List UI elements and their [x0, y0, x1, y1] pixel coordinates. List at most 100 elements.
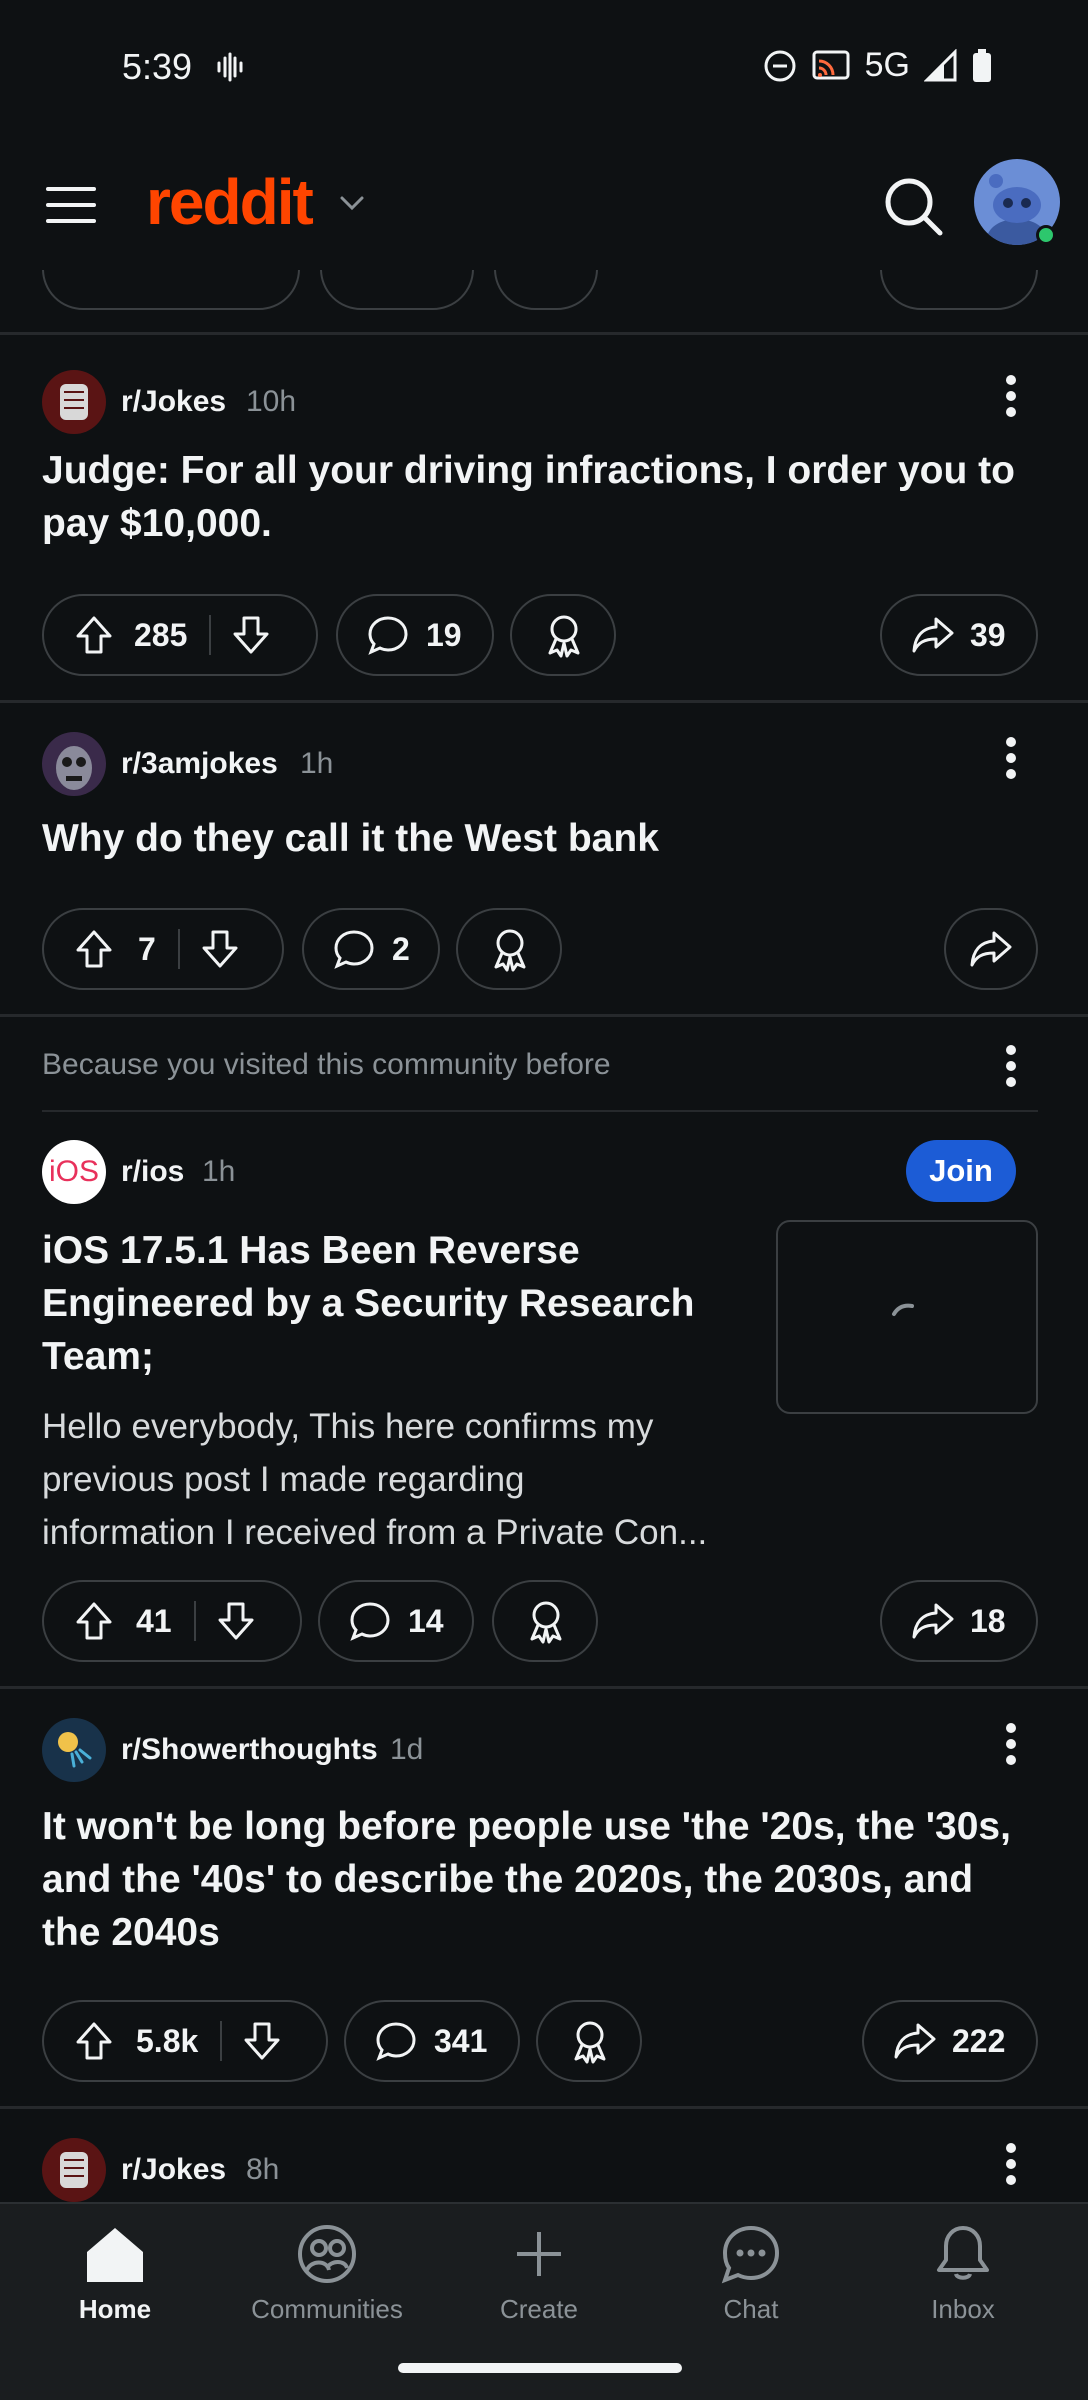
- cast-icon: [812, 50, 850, 79]
- award-icon: [530, 1601, 562, 1644]
- award-pill[interactable]: [510, 594, 616, 676]
- vote-count: 7: [138, 930, 156, 967]
- award-icon: [548, 615, 580, 658]
- vote-pill: 41: [42, 1580, 302, 1662]
- battery-icon: [973, 48, 991, 82]
- comment-pill[interactable]: 19: [336, 594, 494, 676]
- comment-pill[interactable]: 2: [302, 908, 440, 990]
- signal-icon: [924, 48, 957, 81]
- vibrate-icon: [217, 52, 243, 82]
- more-options-icon[interactable]: [1005, 1044, 1017, 1088]
- downvote-icon[interactable]: [198, 927, 242, 971]
- vote-pill[interactable]: [42, 270, 300, 310]
- upvote-icon[interactable]: [72, 1599, 116, 1643]
- share-count: 222: [952, 2022, 1006, 2059]
- share-pill[interactable]: 222: [862, 2000, 1038, 2082]
- comment-icon: [350, 1602, 390, 1641]
- subreddit-avatar[interactable]: [42, 1718, 106, 1782]
- post-age: 1h: [202, 1155, 236, 1188]
- nav-chat-label: Chat: [723, 2294, 779, 2324]
- comment-pill[interactable]: 341: [344, 2000, 520, 2082]
- comment-icon: [368, 616, 408, 655]
- post-divider: [0, 332, 1088, 335]
- downvote-icon[interactable]: [229, 613, 273, 657]
- upvote-icon[interactable]: [72, 2019, 116, 2063]
- vote-count: 41: [136, 1602, 172, 1639]
- loading-spinner-icon: [892, 1303, 914, 1316]
- award-pill[interactable]: [492, 1580, 598, 1662]
- vote-separator: [177, 929, 180, 969]
- subreddit-name[interactable]: r/Jokes: [121, 2153, 226, 2187]
- subreddit-avatar[interactable]: [42, 370, 106, 434]
- nav-create[interactable]: Create: [434, 2224, 644, 2325]
- comment-count: 341: [434, 2022, 488, 2059]
- reddit-logo[interactable]: reddit: [146, 165, 314, 239]
- chevron-down-icon[interactable]: [338, 191, 366, 215]
- vote-separator: [193, 1601, 196, 1641]
- comment-pill[interactable]: [320, 270, 474, 310]
- post-age: 8h: [246, 2153, 280, 2186]
- award-pill[interactable]: [536, 2000, 642, 2082]
- upvote-icon[interactable]: [72, 927, 116, 971]
- nav-inbox[interactable]: Inbox: [858, 2224, 1068, 2325]
- online-status-dot: [1036, 225, 1056, 245]
- share-icon: [912, 1603, 954, 1639]
- share-pill[interactable]: 39: [880, 594, 1038, 676]
- more-options-icon[interactable]: [1005, 736, 1017, 780]
- post-title[interactable]: Judge: For all your driving infractions,…: [42, 444, 1015, 550]
- nav-home[interactable]: Home: [10, 2224, 220, 2325]
- vote-pill: 285: [42, 594, 318, 676]
- communities-icon: [298, 2225, 356, 2283]
- status-bar: 5:39 5G: [0, 0, 1088, 135]
- award-icon: [494, 929, 526, 972]
- subreddit-name[interactable]: r/3amjokes: [121, 747, 278, 781]
- downvote-icon[interactable]: [214, 1599, 258, 1643]
- post-age: 1h: [300, 747, 334, 780]
- post-thumbnail[interactable]: [776, 1220, 1038, 1414]
- upvote-icon[interactable]: [72, 613, 116, 657]
- post-divider: [0, 1686, 1088, 1689]
- subreddit-name[interactable]: r/Jokes: [121, 385, 226, 419]
- share-pill[interactable]: [880, 270, 1038, 310]
- search-icon[interactable]: [882, 175, 944, 237]
- post-divider: [0, 1014, 1088, 1017]
- share-pill[interactable]: [944, 908, 1038, 990]
- more-options-icon[interactable]: [1005, 374, 1017, 418]
- subreddit-avatar[interactable]: iOS: [42, 1140, 106, 1204]
- award-pill[interactable]: [494, 270, 598, 310]
- home-indicator[interactable]: [398, 2363, 682, 2373]
- award-pill[interactable]: [456, 908, 562, 990]
- do-not-disturb-icon: [764, 50, 796, 81]
- post-title[interactable]: Why do they call it the West bank: [42, 812, 659, 865]
- comment-count: 19: [426, 616, 462, 653]
- downvote-icon[interactable]: [240, 2019, 284, 2063]
- post-title[interactable]: iOS 17.5.1 Has Been Reverse Engineered b…: [42, 1224, 694, 1383]
- home-icon: [87, 2228, 143, 2282]
- more-options-icon[interactable]: [1005, 1722, 1017, 1766]
- nav-chat[interactable]: Chat: [646, 2224, 856, 2325]
- post-excerpt-lines[interactable]: Hello everybody, This here confirms my p…: [42, 1400, 742, 1559]
- join-button[interactable]: Join: [906, 1140, 1016, 1202]
- status-time: 5:39: [122, 46, 193, 87]
- recommendation-reason: Because you visited this community befor…: [42, 1048, 611, 1081]
- nav-create-label: Create: [499, 2294, 579, 2324]
- post-title[interactable]: It won't be long before people use 'the …: [42, 1800, 1011, 1959]
- share-count: 18: [970, 1602, 1006, 1639]
- nav-home-label: Home: [78, 2294, 152, 2324]
- subreddit-name[interactable]: r/ios: [121, 1155, 184, 1189]
- comment-icon: [334, 930, 374, 969]
- feed: r/Jokes 10h Judge: For all your driving …: [0, 270, 1088, 2202]
- app-header: reddit: [0, 135, 1088, 270]
- nav-communities-label: Communities: [251, 2294, 403, 2324]
- share-icon: [912, 617, 954, 653]
- subreddit-avatar[interactable]: [42, 732, 106, 796]
- subreddit-name[interactable]: r/Showerthoughts: [121, 1733, 378, 1767]
- share-count: 39: [970, 616, 1006, 653]
- menu-icon[interactable]: [46, 185, 96, 225]
- nav-communities[interactable]: Communities: [222, 2224, 432, 2325]
- subreddit-avatar[interactable]: [42, 2138, 106, 2202]
- plus-icon: [517, 2232, 561, 2276]
- more-options-icon[interactable]: [1005, 2142, 1017, 2186]
- comment-pill[interactable]: 14: [318, 1580, 474, 1662]
- share-pill[interactable]: 18: [880, 1580, 1038, 1662]
